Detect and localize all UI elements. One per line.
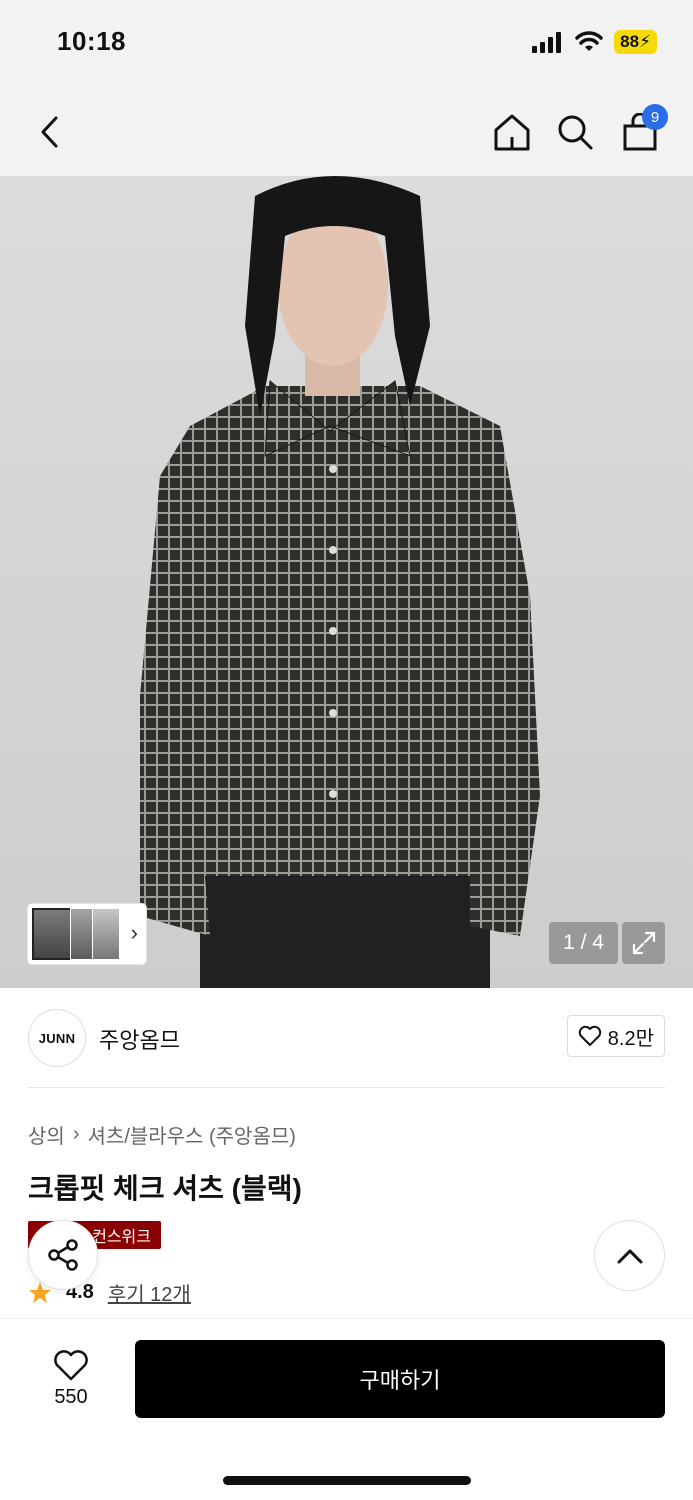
section-divider — [28, 1087, 665, 1088]
search-icon — [558, 115, 593, 150]
product-image[interactable] — [0, 176, 693, 988]
chevron-left-icon — [41, 116, 58, 148]
brand-name[interactable]: 주앙옴므 — [99, 1023, 180, 1055]
navigation-bar: 9 — [0, 88, 693, 176]
signal-icon — [532, 32, 562, 53]
status-icons: 88 ⚡ — [532, 30, 657, 54]
share-button[interactable] — [28, 1220, 98, 1290]
home-indicator[interactable] — [223, 1476, 471, 1485]
reviews-link[interactable]: 후기 12개 — [108, 1278, 191, 1307]
promo-badge-label: 컨스위크 — [92, 1229, 151, 1246]
brand-logo-text: JUNN — [38, 1030, 76, 1046]
chevron-up-icon — [617, 1249, 642, 1263]
home-button[interactable] — [488, 108, 536, 156]
expand-image-button[interactable] — [622, 922, 665, 964]
product-like-count: 550 — [54, 1385, 88, 1408]
product-title: 크롭핏 체크 셔츠 (블랙) — [28, 1173, 302, 1204]
expand-icon — [632, 931, 655, 955]
scroll-to-top-button[interactable] — [594, 1220, 665, 1291]
status-time: 10:18 — [57, 26, 126, 56]
search-button[interactable] — [551, 108, 599, 156]
heart-icon — [54, 1349, 88, 1380]
breadcrumb: 상의 › 셔츠/블라우스 (주앙옴므) — [28, 1120, 296, 1149]
cart-count-badge: 9 — [642, 104, 668, 130]
breadcrumb-subcategory[interactable]: 셔츠/블라우스 (주앙옴므) — [87, 1120, 295, 1149]
bottom-bar-divider — [0, 1318, 693, 1319]
product-like-button[interactable]: 550 — [30, 1340, 112, 1418]
share-icon — [48, 1239, 78, 1271]
thumbnail-image[interactable] — [92, 908, 120, 960]
breadcrumb-category[interactable]: 상의 — [28, 1120, 65, 1149]
status-bar: 10:18 88 ⚡ — [0, 0, 693, 88]
chevron-right-icon: › — [130, 920, 138, 945]
heart-icon — [578, 1025, 601, 1046]
chevron-right-icon: › — [72, 1123, 80, 1145]
battery-level: 88 — [620, 32, 640, 51]
brand-row: JUNN 주앙옴므 8.2만 — [28, 1009, 665, 1067]
home-icon — [494, 114, 530, 151]
image-page-indicator: 1 / 4 — [549, 922, 618, 964]
wifi-icon — [575, 31, 603, 51]
brand-logo[interactable]: JUNN — [28, 1009, 86, 1067]
battery-indicator: 88 ⚡ — [614, 30, 657, 54]
charging-icon: ⚡ — [639, 32, 651, 51]
back-button[interactable] — [26, 108, 74, 156]
thumbnail-strip[interactable]: › — [28, 904, 146, 964]
brand-like-count: 8.2만 — [607, 1027, 654, 1050]
brand-like-button[interactable]: 8.2만 — [566, 1015, 665, 1057]
product-photo — [0, 176, 693, 988]
cart-button[interactable]: 9 — [616, 104, 668, 156]
buy-button[interactable]: 구매하기 — [135, 1340, 665, 1418]
